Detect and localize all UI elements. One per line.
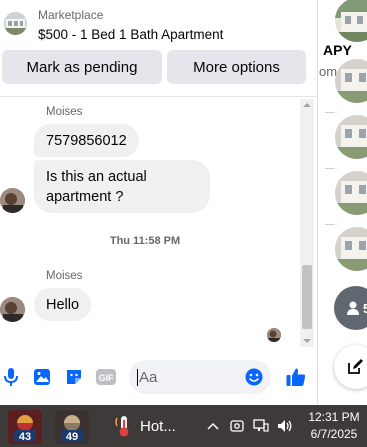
taskbar-app-label: Hot... <box>140 417 176 435</box>
thumbs-up-icon[interactable] <box>284 366 308 388</box>
message-bubble[interactable]: Hello <box>34 288 92 321</box>
sender-name: Moises <box>46 270 83 282</box>
message-timestamp: Thu 11:58 PM <box>109 235 181 247</box>
clock-date: 6/7/2025 <box>310 427 358 441</box>
new-message-button[interactable] <box>334 345 367 389</box>
sidebar-separator <box>325 168 335 169</box>
seen-receipt-avatar <box>267 328 281 342</box>
chat-head-avatar[interactable] <box>335 59 367 103</box>
chat-window: Marketplace $500 - 1 Bed 1 Bath Apartmen… <box>0 0 318 405</box>
compose-icon <box>348 359 363 374</box>
person-icon: 5 <box>346 300 367 316</box>
chat-header[interactable]: Marketplace $500 - 1 Bed 1 Bath Apartmen… <box>0 0 318 48</box>
weather-temp-2: 49 <box>66 431 78 443</box>
text-caret <box>137 369 138 386</box>
microphone-icon[interactable] <box>0 366 22 388</box>
message-composer: GIF <box>0 350 318 405</box>
gif-icon[interactable]: GIF <box>94 366 118 388</box>
chat-head-avatar[interactable] <box>335 0 367 42</box>
listing-title[interactable]: $500 - 1 Bed 1 Bath Apartment <box>38 27 223 42</box>
chat-head-avatar[interactable] <box>335 171 367 215</box>
thermometer-icon <box>115 416 129 437</box>
sidebar-separator <box>325 112 335 113</box>
sender-avatar[interactable] <box>0 188 25 213</box>
windows-taskbar: 43 49 Hot... 12:31 PM 6/7/2025 <box>0 405 367 447</box>
scrollbar[interactable] <box>300 99 314 347</box>
clock-time: 12:31 PM <box>308 410 360 424</box>
listing-thumbnail[interactable] <box>4 12 27 35</box>
chevron-up-icon[interactable] <box>205 417 221 435</box>
gif-label: GIF <box>99 373 115 383</box>
sender-name: Moises <box>46 106 83 118</box>
mark-as-pending-button[interactable]: Mark as pending <box>2 50 162 84</box>
weather-widget[interactable]: 43 <box>8 410 42 444</box>
header-subtitle: Marketplace <box>38 8 104 22</box>
chat-heads-sidebar: APY om 5 <box>319 0 367 405</box>
scrollbar-thumb[interactable] <box>302 265 312 329</box>
chat-head-avatar[interactable] <box>335 227 367 271</box>
weather-widget[interactable]: 49 <box>55 410 89 444</box>
emoji-icon[interactable] <box>243 366 265 388</box>
sticker-icon[interactable] <box>63 366 85 388</box>
network-icon[interactable] <box>253 417 269 435</box>
more-options-button[interactable]: More options <box>167 50 306 84</box>
contacts-button[interactable]: 5 <box>334 286 367 330</box>
scroll-down-arrow-icon[interactable] <box>300 335 314 347</box>
photo-icon[interactable] <box>31 366 53 388</box>
weather-temp-1: 43 <box>19 431 31 443</box>
sender-avatar[interactable] <box>0 297 25 322</box>
message-bubble[interactable]: 7579856012 <box>34 124 139 157</box>
chat-head-label: APY <box>323 42 352 58</box>
message-bubble[interactable]: Is this an actual apartment ? <box>34 160 210 213</box>
system-clock[interactable]: 12:31 PM 6/7/2025 <box>303 409 365 443</box>
camera-icon[interactable] <box>229 417 245 435</box>
scroll-up-arrow-icon[interactable] <box>300 99 314 111</box>
sidebar-separator <box>325 224 335 225</box>
chat-head-avatar[interactable] <box>335 115 367 159</box>
volume-icon[interactable] <box>277 417 293 435</box>
taskbar-app-hot[interactable]: Hot... <box>114 410 192 442</box>
message-list[interactable]: Moises 7579856012 Is this an actual apar… <box>0 97 318 347</box>
contacts-badge: 5 <box>363 300 367 316</box>
